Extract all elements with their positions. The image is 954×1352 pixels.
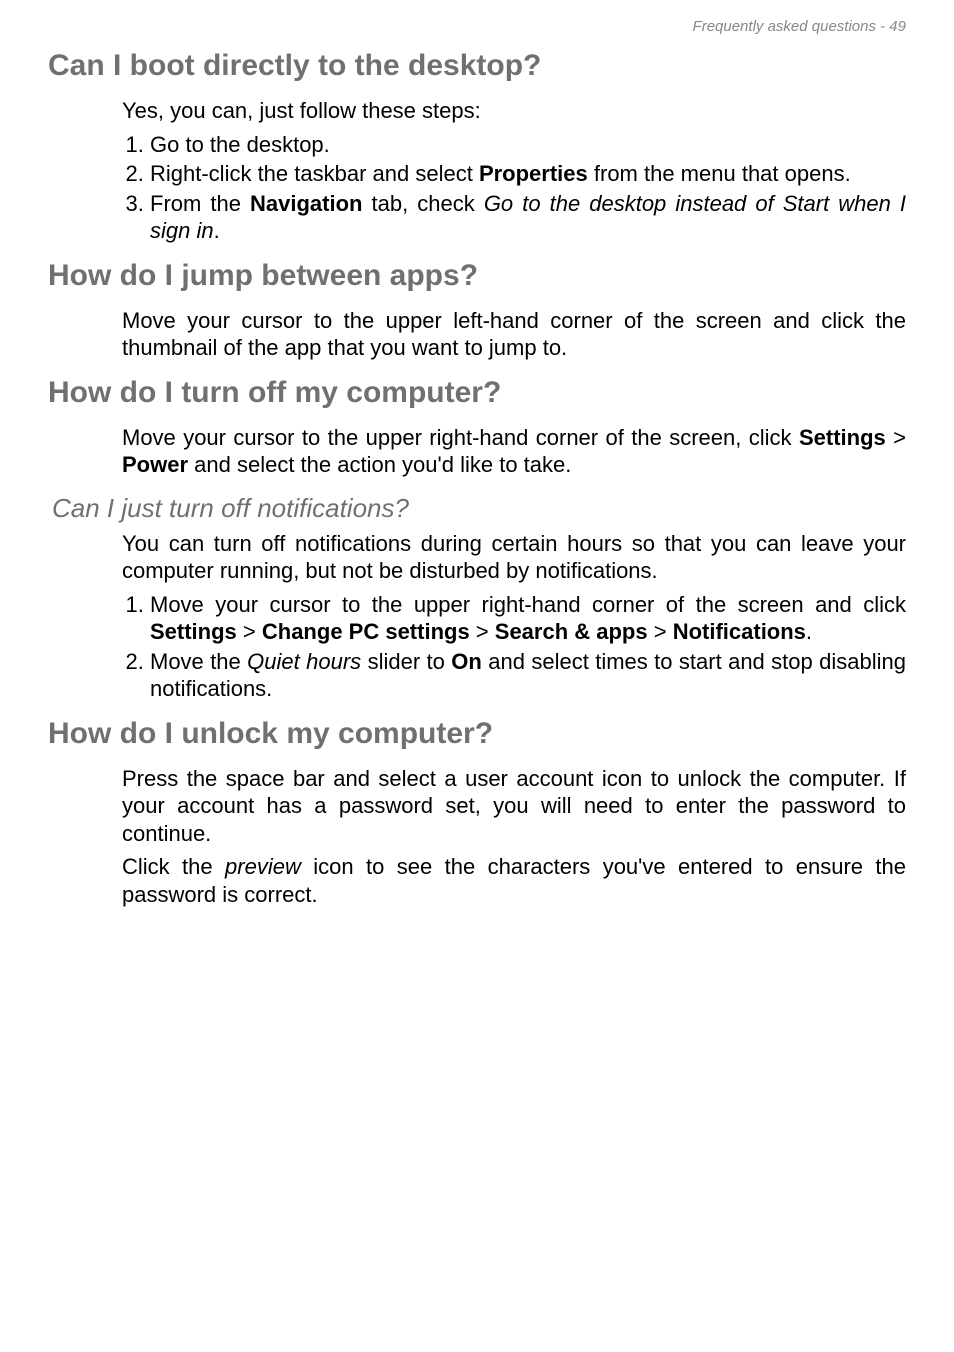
step-boot-2: Right-click the taskbar and select Prope… — [150, 160, 906, 188]
body-unlock: Press the space bar and select a user ac… — [122, 765, 906, 909]
para-boot-intro: Yes, you can, just follow these steps: — [122, 97, 906, 125]
italic-preview: preview — [225, 854, 301, 879]
text: tab, check — [362, 191, 483, 216]
bold-power: Power — [122, 452, 188, 477]
bold-change-pc-settings: Change PC settings — [262, 619, 470, 644]
step-boot-3: From the Navigation tab, check Go to the… — [150, 190, 906, 245]
para-jump: Move your cursor to the upper left-hand … — [122, 307, 906, 362]
heading-unlock: How do I unlock my computer? — [48, 717, 906, 751]
para-unlock-1: Press the space bar and select a user ac… — [122, 765, 906, 848]
text: > — [648, 619, 673, 644]
text: . — [806, 619, 812, 644]
text: Move your cursor to the upper right-hand… — [150, 592, 906, 617]
step-notifications-1: Move your cursor to the upper right-hand… — [150, 591, 906, 646]
steps-notifications: Move your cursor to the upper right-hand… — [122, 591, 906, 703]
text: Right-click the taskbar and select — [150, 161, 479, 186]
page-header: Frequently asked questions - 49 — [48, 18, 906, 35]
bold-settings: Settings — [799, 425, 886, 450]
text: Click the — [122, 854, 225, 879]
para-notifications: You can turn off notifications during ce… — [122, 530, 906, 585]
steps-boot: Go to the desktop. Right-click the taskb… — [122, 131, 906, 245]
body-turnoff: Move your cursor to the upper right-hand… — [122, 424, 906, 479]
para-unlock-2: Click the preview icon to see the charac… — [122, 853, 906, 908]
text: and select the action you'd like to take… — [188, 452, 571, 477]
body-boot: Yes, you can, just follow these steps: G… — [122, 97, 906, 245]
text: Move your cursor to the upper right-hand… — [122, 425, 799, 450]
italic-quiet-hours: Quiet hours — [247, 649, 361, 674]
text: > — [886, 425, 906, 450]
bold-navigation: Navigation — [250, 191, 362, 216]
body-notifications: You can turn off notifications during ce… — [122, 530, 906, 703]
heading-jump-apps: How do I jump between apps? — [48, 259, 906, 293]
step-notifications-2: Move the Quiet hours slider to On and se… — [150, 648, 906, 703]
bold-search-apps: Search & apps — [495, 619, 648, 644]
text: > — [237, 619, 262, 644]
bold-on: On — [451, 649, 482, 674]
bold-settings: Settings — [150, 619, 237, 644]
heading-turn-off: How do I turn off my computer? — [48, 376, 906, 410]
subheading-notifications: Can I just turn off notifications? — [52, 493, 906, 524]
bold-properties: Properties — [479, 161, 588, 186]
step-boot-1: Go to the desktop. — [150, 131, 906, 159]
para-turnoff: Move your cursor to the upper right-hand… — [122, 424, 906, 479]
text: from the menu that opens. — [588, 161, 851, 186]
text: slider to — [361, 649, 451, 674]
bold-notifications: Notifications — [673, 619, 806, 644]
text: Move the — [150, 649, 247, 674]
heading-boot-desktop: Can I boot directly to the desktop? — [48, 49, 906, 83]
text: > — [470, 619, 495, 644]
body-jump: Move your cursor to the upper left-hand … — [122, 307, 906, 362]
text: From the — [150, 191, 250, 216]
page: Frequently asked questions - 49 Can I bo… — [0, 0, 954, 1352]
text: . — [214, 218, 220, 243]
